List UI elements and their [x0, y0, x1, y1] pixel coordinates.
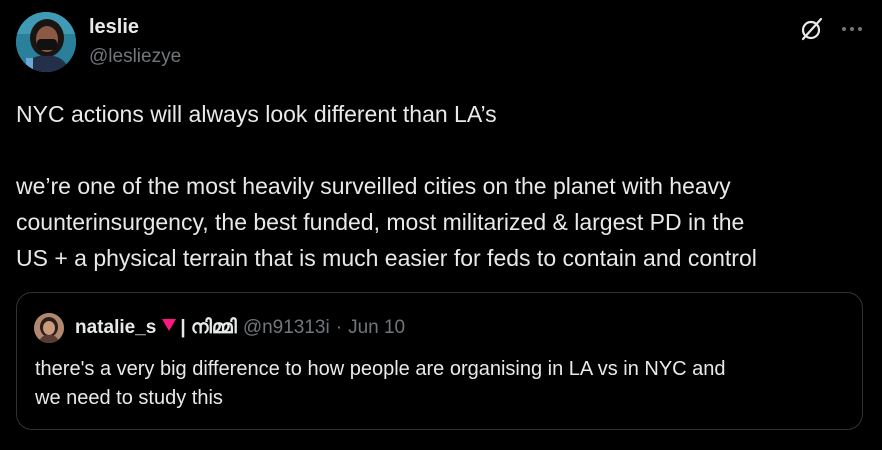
tweet-line: we’re one of the most heavily surveilled… — [16, 173, 731, 199]
tweet-line: US + a physical terrain that is much eas… — [16, 245, 757, 271]
tweet-line: NYC actions will always look different t… — [16, 101, 497, 127]
quoted-line: we need to study this — [35, 387, 223, 409]
quoted-avatar-photo — [34, 313, 64, 343]
tweet: leslie @lesliezye NYC actions will alway… — [0, 0, 882, 450]
quoted-author-handle[interactable]: @n91313i — [243, 317, 330, 338]
grok-icon[interactable] — [799, 16, 825, 42]
more-options-icon[interactable] — [839, 16, 865, 42]
author-avatar[interactable] — [16, 12, 76, 72]
quoted-line: there's a very big difference to how peo… — [35, 358, 726, 380]
quoted-date[interactable]: Jun 10 — [348, 317, 405, 338]
quoted-header: natalie_s | നിമ്മി @n91313i · Jun 10 — [75, 315, 405, 341]
quoted-author-name[interactable]: natalie_s — [75, 317, 156, 338]
tweet-line: counterinsurgency, the best funded, most… — [16, 209, 745, 235]
quoted-dot-separator: · — [335, 317, 343, 339]
tweet-text: NYC actions will always look different t… — [16, 96, 876, 276]
quoted-text: there's a very big difference to how peo… — [35, 355, 855, 413]
quoted-author-avatar[interactable] — [34, 313, 64, 343]
author-name[interactable]: leslie — [89, 14, 139, 40]
quoted-author-name-suffix: | നിമ്മി — [180, 317, 237, 339]
author-handle[interactable]: @lesliezye — [89, 45, 181, 69]
avatar-photo — [16, 12, 76, 72]
heart-emoji-icon — [160, 315, 178, 341]
quoted-tweet[interactable]: natalie_s | നിമ്മി @n91313i · Jun 10 there's… — [16, 292, 863, 430]
